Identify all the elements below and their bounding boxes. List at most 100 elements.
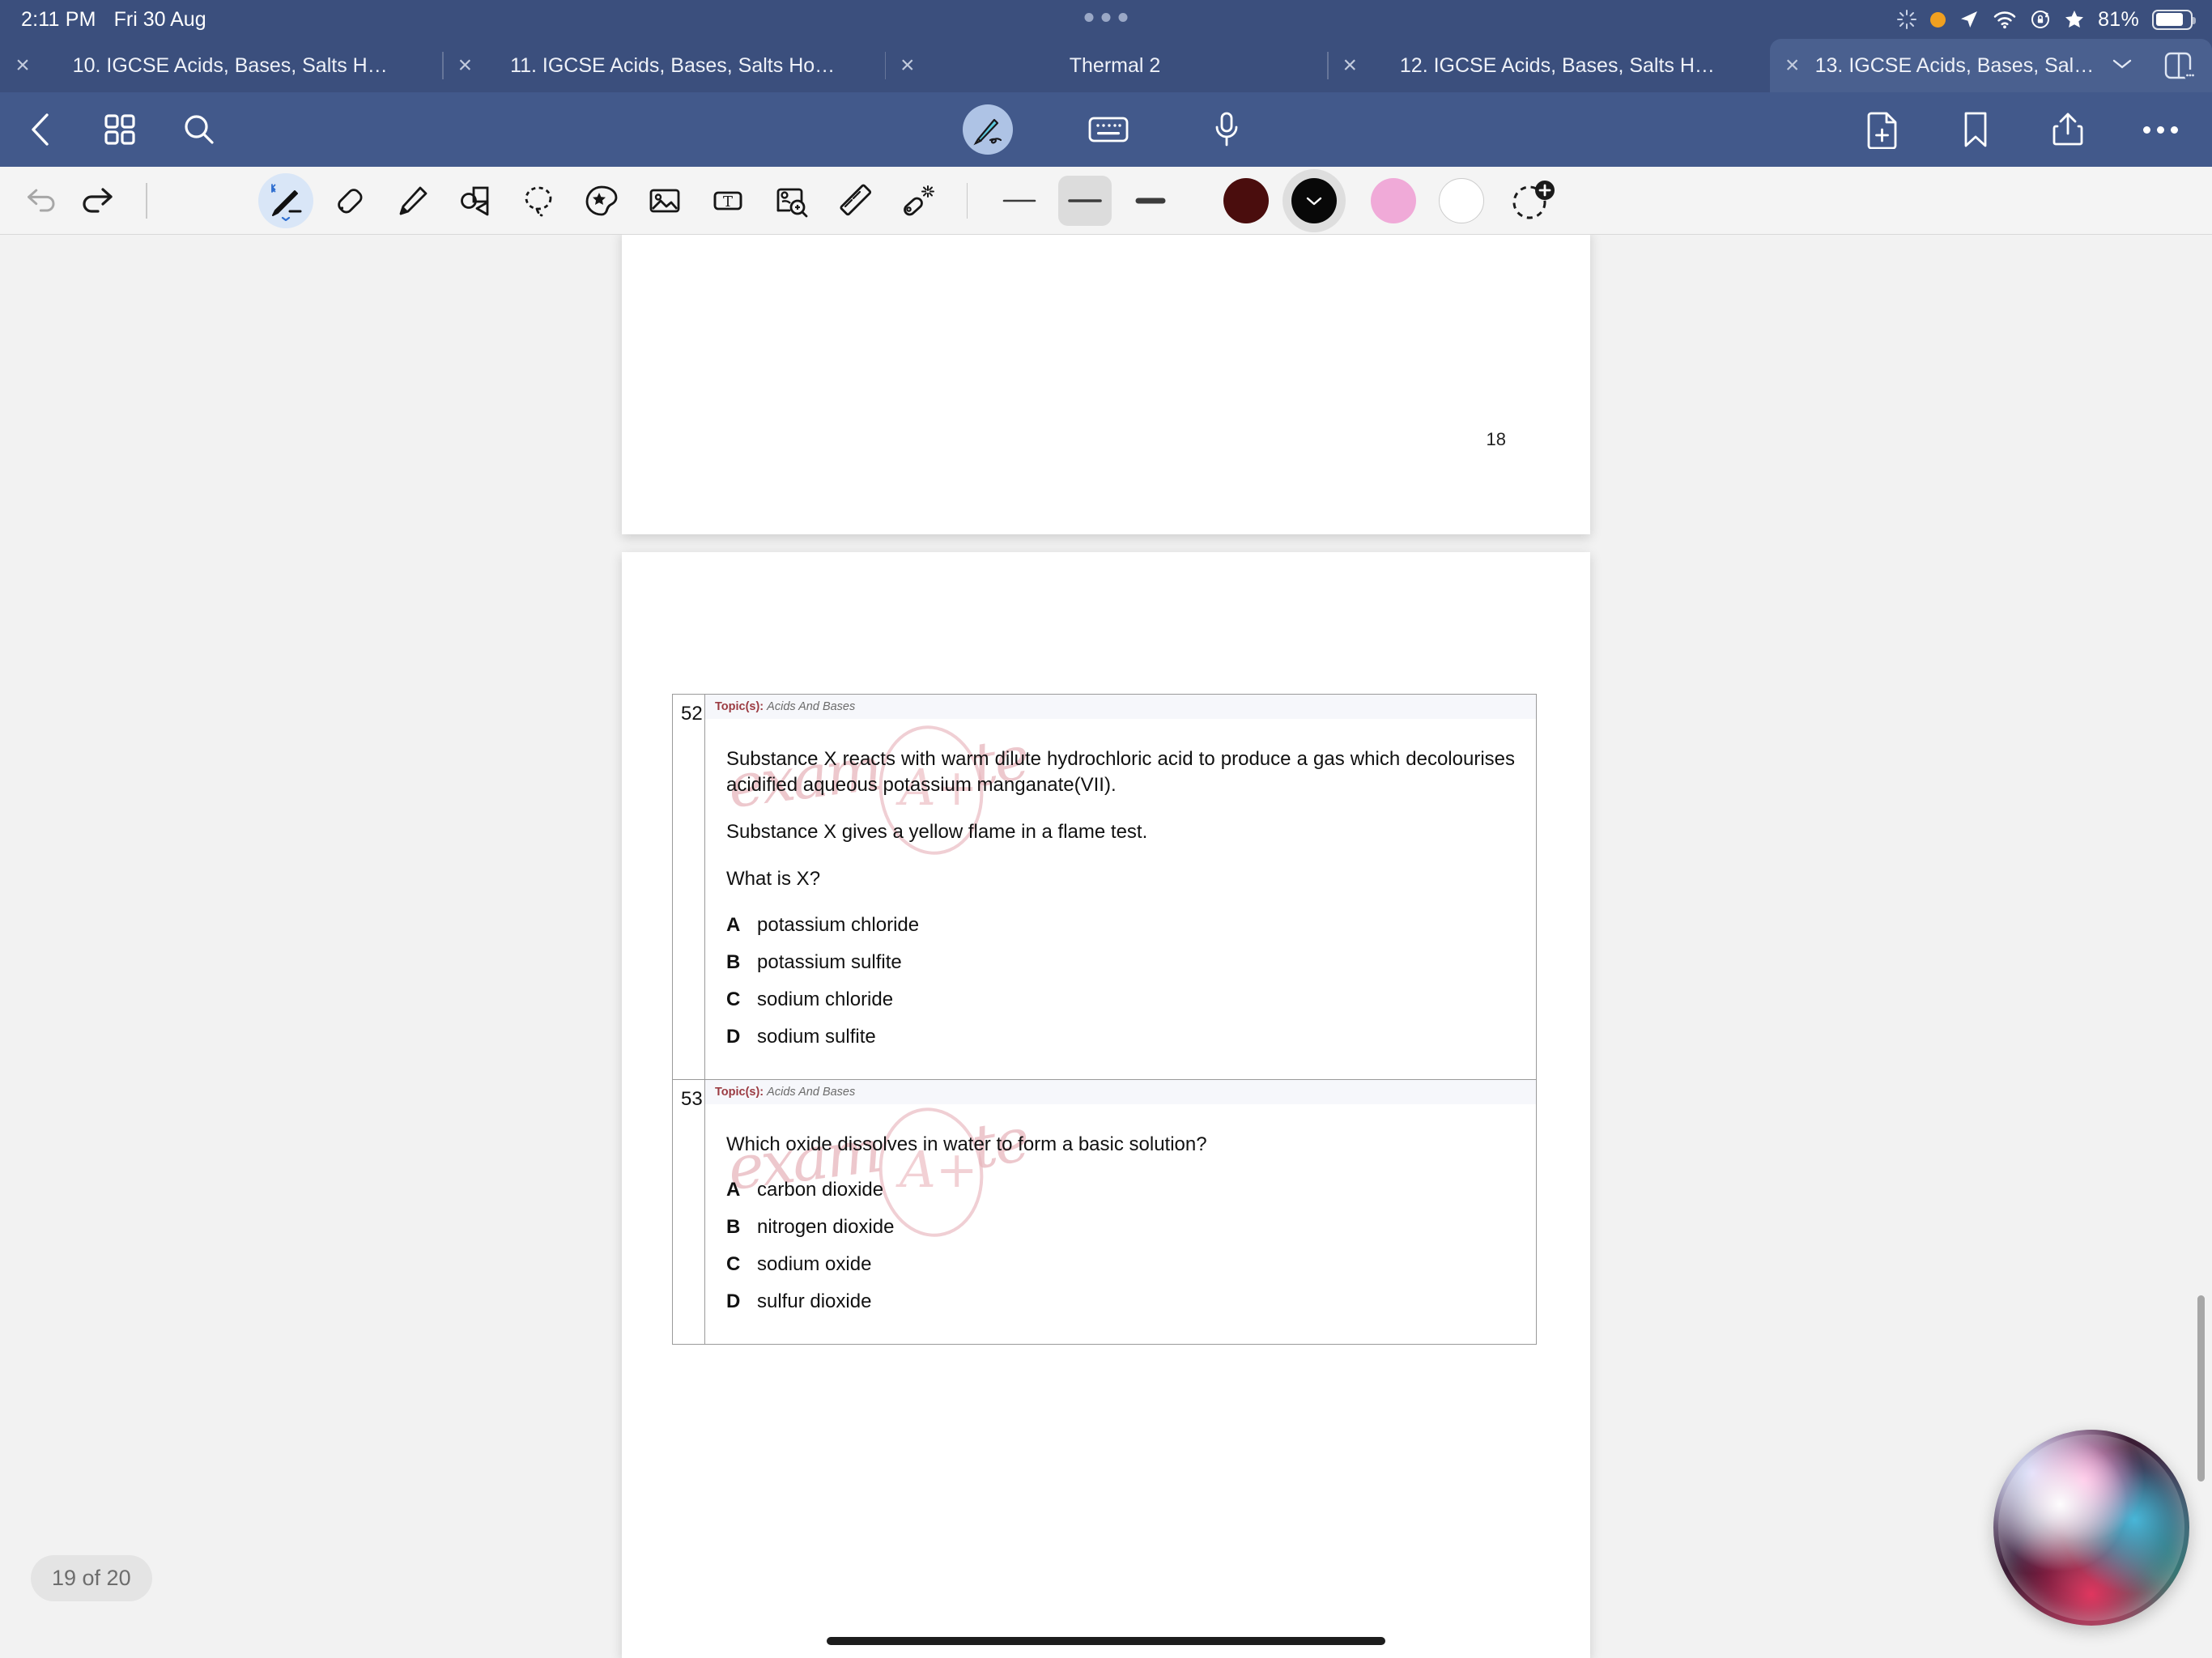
option-letter: C: [726, 1252, 741, 1275]
status-date: Fri 30 Aug: [113, 7, 206, 31]
option-text: sodium chloride: [757, 988, 894, 1010]
question-number: 52: [673, 695, 705, 1079]
share-icon[interactable]: [2045, 107, 2091, 152]
eraser-tool[interactable]: [317, 172, 381, 229]
question-text: Which oxide dissolves in water to form a…: [705, 1132, 1536, 1158]
tab-1[interactable]: × 11. IGCSE Acids, Bases, Salts Ho…: [442, 39, 884, 92]
battery-icon: [2152, 9, 2196, 30]
option-text: potassium chloride: [757, 913, 920, 936]
bookmark-icon[interactable]: [1953, 107, 1998, 152]
option-row[interactable]: C sodium oxide: [726, 1253, 1536, 1276]
laser-pointer-tool[interactable]: [886, 172, 949, 229]
option-letter: B: [726, 950, 741, 973]
siri-orb[interactable]: [1993, 1430, 2189, 1626]
pen-tool[interactable]: [254, 172, 317, 229]
option-row[interactable]: B nitrogen dioxide: [726, 1216, 1536, 1239]
navigation-bar: [0, 92, 2212, 167]
option-letter: A: [726, 913, 741, 936]
question-body: Topic(s): Acids And Bases exam A+ te Sub…: [705, 695, 1536, 1079]
ruler-tool[interactable]: [823, 172, 886, 229]
thumbnails-grid-icon[interactable]: [97, 107, 143, 152]
option-row[interactable]: A carbon dioxide: [726, 1179, 1536, 1201]
image-tool[interactable]: [633, 172, 696, 229]
sticker-tool[interactable]: [570, 172, 633, 229]
multitask-handle[interactable]: [1084, 13, 1128, 22]
option-text: nitrogen dioxide: [757, 1215, 895, 1238]
tab-close-icon[interactable]: ×: [0, 53, 45, 78]
battery-percent: 81%: [2098, 7, 2139, 31]
tab-label: 12. IGCSE Acids, Bases, Salts H…: [1399, 53, 1715, 77]
ipad-notability-screen: 2:11 PM Fri 30 Aug 81% × 10. IGCSE Acids…: [0, 0, 2212, 1658]
tab-3[interactable]: × 12. IGCSE Acids, Bases, Salts H…: [1327, 39, 1769, 92]
redo-button[interactable]: [63, 172, 126, 229]
tab-4-active[interactable]: × 13. IGCSE Acids, Bases, Salts…: [1769, 39, 2212, 92]
microphone-icon[interactable]: [1204, 107, 1249, 152]
handwriting-pen-icon[interactable]: [963, 104, 1013, 155]
back-chevron-icon[interactable]: [18, 107, 63, 152]
tab-close-icon[interactable]: ×: [442, 53, 487, 78]
document-canvas[interactable]: 18 52 Topic(s): Acids And Bases exam A+: [0, 235, 2212, 1658]
page-indicator: 19 of 20: [31, 1555, 152, 1601]
option-text: carbon dioxide: [757, 1178, 884, 1201]
option-row[interactable]: C sodium chloride: [726, 988, 1536, 1011]
more-ellipsis-icon[interactable]: [2138, 107, 2183, 152]
option-row[interactable]: D sulfur dioxide: [726, 1290, 1536, 1313]
highlighter-tool[interactable]: [381, 172, 444, 229]
status-bar-left: 2:11 PM Fri 30 Aug: [0, 8, 206, 32]
color-swatch-black-selected[interactable]: [1291, 177, 1337, 223]
split-view-icon[interactable]: [2142, 49, 2212, 82]
keyboard-icon[interactable]: [1086, 107, 1131, 152]
tab-close-icon[interactable]: ×: [1327, 53, 1372, 78]
topic-prefix: Topic(s):: [715, 700, 764, 713]
wifi-icon: [1993, 9, 2017, 30]
color-group: [1212, 177, 1555, 224]
add-color-button[interactable]: [1508, 177, 1555, 224]
stroke-thick-button[interactable]: [1125, 177, 1176, 224]
toolbar-divider-2: [966, 182, 968, 219]
tab-close-icon[interactable]: ×: [885, 53, 930, 78]
text-box-tool[interactable]: T: [696, 172, 759, 229]
vertical-scrollbar[interactable]: [2197, 1295, 2205, 1482]
option-letter: C: [726, 988, 741, 1010]
stroke-width-group: [987, 175, 1183, 226]
tab-label: 10. IGCSE Acids, Bases, Salts H…: [72, 53, 388, 77]
stroke-thin-button[interactable]: [993, 177, 1045, 224]
tab-2[interactable]: × Thermal 2: [884, 39, 1327, 92]
chevron-down-icon[interactable]: [2102, 55, 2142, 76]
undo-button[interactable]: [0, 172, 63, 229]
topic-name: Acids And Bases: [767, 700, 856, 713]
svg-text:T: T: [722, 193, 732, 210]
question-prompt: What is X?: [726, 868, 821, 891]
option-text: potassium sulfite: [757, 950, 902, 973]
page-number-label: 18: [1486, 429, 1506, 449]
color-swatch-dark-red[interactable]: [1223, 177, 1269, 223]
color-swatch-white[interactable]: [1439, 177, 1484, 223]
page-current: 52 Topic(s): Acids And Bases exam A+ te …: [622, 552, 1590, 1658]
option-row[interactable]: D sodium sulfite: [726, 1026, 1536, 1048]
option-letter: D: [726, 1290, 741, 1312]
home-indicator[interactable]: [827, 1637, 1385, 1645]
option-row[interactable]: B potassium sulfite: [726, 951, 1536, 974]
toolbar-divider: [146, 182, 147, 219]
tab-0[interactable]: × 10. IGCSE Acids, Bases, Salts H…: [0, 39, 442, 92]
snapshot-zoom-tool[interactable]: [759, 172, 823, 229]
lasso-select-tool[interactable]: [507, 172, 570, 229]
color-swatch-pink[interactable]: [1371, 177, 1416, 223]
status-bar-right: 81%: [1896, 8, 2212, 32]
search-icon[interactable]: [177, 107, 222, 152]
options-list: A potassium chloride B potassium sulfite…: [705, 914, 1536, 1079]
option-row[interactable]: A potassium chloride: [726, 914, 1536, 937]
option-letter: B: [726, 1215, 741, 1238]
rotation-lock-icon: [2030, 9, 2051, 30]
status-time: 2:11 PM: [21, 7, 96, 31]
shapes-tool[interactable]: [444, 172, 507, 229]
tab-close-icon[interactable]: ×: [1770, 53, 1815, 78]
question-paragraph: Substance X reacts with warm dilute hydr…: [726, 748, 1515, 797]
location-arrow-icon: [1959, 9, 1980, 30]
options-list: A carbon dioxide B nitrogen dioxide C so…: [705, 1179, 1536, 1344]
question-block-53: 53 Topic(s): Acids And Bases exam A+ te …: [672, 1078, 1537, 1345]
stroke-medium-button[interactable]: [1058, 175, 1112, 226]
question-number: 53: [673, 1079, 705, 1344]
add-page-icon[interactable]: [1861, 107, 1906, 152]
tab-label: 11. IGCSE Acids, Bases, Salts Ho…: [510, 53, 836, 77]
